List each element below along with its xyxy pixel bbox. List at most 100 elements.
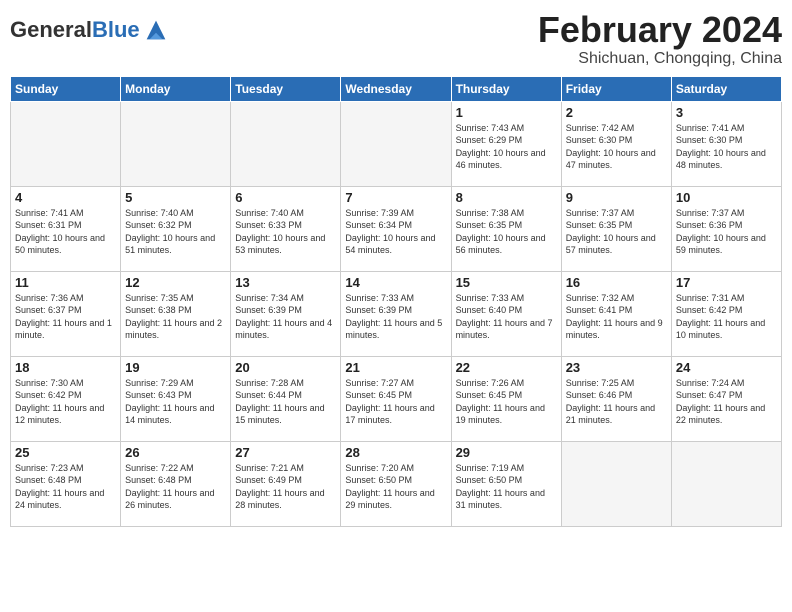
calendar-day-cell: 15 Sunrise: 7:33 AMSunset: 6:40 PMDayligh… — [451, 271, 561, 356]
day-number: 25 — [15, 445, 116, 460]
day-number: 9 — [566, 190, 667, 205]
location-subtitle: Shichuan, Chongqing, China — [538, 50, 782, 68]
calendar-day-cell: 1 Sunrise: 7:43 AMSunset: 6:29 PMDaylight… — [451, 101, 561, 186]
day-info: Sunrise: 7:20 AMSunset: 6:50 PMDaylight:… — [345, 462, 446, 512]
day-info: Sunrise: 7:28 AMSunset: 6:44 PMDaylight:… — [235, 377, 336, 427]
day-number: 16 — [566, 275, 667, 290]
weekday-header: Wednesday — [341, 76, 451, 101]
day-number: 15 — [456, 275, 557, 290]
logo-icon — [142, 16, 170, 44]
calendar-day-cell: 5 Sunrise: 7:40 AMSunset: 6:32 PMDaylight… — [121, 186, 231, 271]
day-info: Sunrise: 7:21 AMSunset: 6:49 PMDaylight:… — [235, 462, 336, 512]
calendar-day-cell: 18 Sunrise: 7:30 AMSunset: 6:42 PMDayligh… — [11, 356, 121, 441]
logo-blue-text: Blue — [92, 17, 140, 42]
day-info: Sunrise: 7:27 AMSunset: 6:45 PMDaylight:… — [345, 377, 446, 427]
day-number: 6 — [235, 190, 336, 205]
day-number: 19 — [125, 360, 226, 375]
day-number: 11 — [15, 275, 116, 290]
day-info: Sunrise: 7:30 AMSunset: 6:42 PMDaylight:… — [15, 377, 116, 427]
calendar-day-cell: 20 Sunrise: 7:28 AMSunset: 6:44 PMDayligh… — [231, 356, 341, 441]
day-number: 13 — [235, 275, 336, 290]
day-number: 27 — [235, 445, 336, 460]
weekday-header: Saturday — [671, 76, 781, 101]
calendar-day-cell: 2 Sunrise: 7:42 AMSunset: 6:30 PMDaylight… — [561, 101, 671, 186]
day-number: 10 — [676, 190, 777, 205]
day-info: Sunrise: 7:26 AMSunset: 6:45 PMDaylight:… — [456, 377, 557, 427]
day-info: Sunrise: 7:37 AMSunset: 6:35 PMDaylight:… — [566, 207, 667, 257]
calendar-header-row: SundayMondayTuesdayWednesdayThursdayFrid… — [11, 76, 782, 101]
calendar-day-cell: 26 Sunrise: 7:22 AMSunset: 6:48 PMDayligh… — [121, 441, 231, 526]
day-info: Sunrise: 7:39 AMSunset: 6:34 PMDaylight:… — [345, 207, 446, 257]
weekday-header: Monday — [121, 76, 231, 101]
day-info: Sunrise: 7:41 AMSunset: 6:31 PMDaylight:… — [15, 207, 116, 257]
calendar-day-cell: 13 Sunrise: 7:34 AMSunset: 6:39 PMDayligh… — [231, 271, 341, 356]
calendar-day-cell: 7 Sunrise: 7:39 AMSunset: 6:34 PMDaylight… — [341, 186, 451, 271]
day-number: 12 — [125, 275, 226, 290]
calendar-week-row: 1 Sunrise: 7:43 AMSunset: 6:29 PMDaylight… — [11, 101, 782, 186]
calendar-day-cell: 17Sunrise: 7:31 AMSunset: 6:42 PMDayligh… — [671, 271, 781, 356]
day-info: Sunrise: 7:42 AMSunset: 6:30 PMDaylight:… — [566, 122, 667, 172]
day-number: 2 — [566, 105, 667, 120]
day-info: Sunrise: 7:33 AMSunset: 6:40 PMDaylight:… — [456, 292, 557, 342]
day-number: 5 — [125, 190, 226, 205]
calendar-week-row: 25Sunrise: 7:23 AMSunset: 6:48 PMDayligh… — [11, 441, 782, 526]
day-info: Sunrise: 7:24 AMSunset: 6:47 PMDaylight:… — [676, 377, 777, 427]
calendar-day-cell: 11 Sunrise: 7:36 AMSunset: 6:37 PMDayligh… — [11, 271, 121, 356]
calendar-day-cell — [121, 101, 231, 186]
day-info: Sunrise: 7:25 AMSunset: 6:46 PMDaylight:… — [566, 377, 667, 427]
day-info: Sunrise: 7:43 AMSunset: 6:29 PMDaylight:… — [456, 122, 557, 172]
calendar-day-cell — [671, 441, 781, 526]
calendar-day-cell: 3Sunrise: 7:41 AMSunset: 6:30 PMDaylight… — [671, 101, 781, 186]
day-number: 14 — [345, 275, 446, 290]
calendar-day-cell — [561, 441, 671, 526]
calendar-week-row: 4Sunrise: 7:41 AMSunset: 6:31 PMDaylight… — [11, 186, 782, 271]
calendar-day-cell: 6 Sunrise: 7:40 AMSunset: 6:33 PMDaylight… — [231, 186, 341, 271]
day-number: 22 — [456, 360, 557, 375]
day-number: 20 — [235, 360, 336, 375]
month-title: February 2024 — [538, 10, 782, 50]
calendar-day-cell: 16Sunrise: 7:32 AMSunset: 6:41 PMDayligh… — [561, 271, 671, 356]
calendar-day-cell: 14Sunrise: 7:33 AMSunset: 6:39 PMDayligh… — [341, 271, 451, 356]
calendar-day-cell: 27 Sunrise: 7:21 AMSunset: 6:49 PMDayligh… — [231, 441, 341, 526]
day-info: Sunrise: 7:40 AMSunset: 6:32 PMDaylight:… — [125, 207, 226, 257]
calendar-day-cell: 28Sunrise: 7:20 AMSunset: 6:50 PMDayligh… — [341, 441, 451, 526]
day-info: Sunrise: 7:22 AMSunset: 6:48 PMDaylight:… — [125, 462, 226, 512]
calendar-day-cell: 23 Sunrise: 7:25 AMSunset: 6:46 PMDayligh… — [561, 356, 671, 441]
calendar-week-row: 18 Sunrise: 7:30 AMSunset: 6:42 PMDayligh… — [11, 356, 782, 441]
calendar-day-cell: 12 Sunrise: 7:35 AMSunset: 6:38 PMDayligh… — [121, 271, 231, 356]
calendar-day-cell: 10 Sunrise: 7:37 AMSunset: 6:36 PMDayligh… — [671, 186, 781, 271]
calendar-week-row: 11 Sunrise: 7:36 AMSunset: 6:37 PMDayligh… — [11, 271, 782, 356]
page-header: GeneralBlue February 2024 Shichuan, Chon… — [10, 10, 782, 68]
title-block: February 2024 Shichuan, Chongqing, China — [538, 10, 782, 68]
logo-general-text: General — [10, 17, 92, 42]
day-number: 3 — [676, 105, 777, 120]
calendar-day-cell: 8 Sunrise: 7:38 AMSunset: 6:35 PMDaylight… — [451, 186, 561, 271]
calendar-day-cell: 4Sunrise: 7:41 AMSunset: 6:31 PMDaylight… — [11, 186, 121, 271]
calendar-day-cell: 21 Sunrise: 7:27 AMSunset: 6:45 PMDayligh… — [341, 356, 451, 441]
calendar-day-cell: 25Sunrise: 7:23 AMSunset: 6:48 PMDayligh… — [11, 441, 121, 526]
day-number: 21 — [345, 360, 446, 375]
day-info: Sunrise: 7:36 AMSunset: 6:37 PMDaylight:… — [15, 292, 116, 342]
day-number: 8 — [456, 190, 557, 205]
calendar-day-cell: 29Sunrise: 7:19 AMSunset: 6:50 PMDayligh… — [451, 441, 561, 526]
weekday-header: Thursday — [451, 76, 561, 101]
day-info: Sunrise: 7:35 AMSunset: 6:38 PMDaylight:… — [125, 292, 226, 342]
day-info: Sunrise: 7:38 AMSunset: 6:35 PMDaylight:… — [456, 207, 557, 257]
weekday-header: Tuesday — [231, 76, 341, 101]
calendar-table: SundayMondayTuesdayWednesdayThursdayFrid… — [10, 76, 782, 527]
weekday-header: Sunday — [11, 76, 121, 101]
day-info: Sunrise: 7:34 AMSunset: 6:39 PMDaylight:… — [235, 292, 336, 342]
day-info: Sunrise: 7:37 AMSunset: 6:36 PMDaylight:… — [676, 207, 777, 257]
calendar-day-cell: 22 Sunrise: 7:26 AMSunset: 6:45 PMDayligh… — [451, 356, 561, 441]
day-number: 18 — [15, 360, 116, 375]
day-number: 24 — [676, 360, 777, 375]
day-info: Sunrise: 7:40 AMSunset: 6:33 PMDaylight:… — [235, 207, 336, 257]
day-number: 1 — [456, 105, 557, 120]
day-info: Sunrise: 7:31 AMSunset: 6:42 PMDaylight:… — [676, 292, 777, 342]
calendar-day-cell — [231, 101, 341, 186]
calendar-day-cell: 24 Sunrise: 7:24 AMSunset: 6:47 PMDayligh… — [671, 356, 781, 441]
day-number: 7 — [345, 190, 446, 205]
day-number: 23 — [566, 360, 667, 375]
day-number: 26 — [125, 445, 226, 460]
day-info: Sunrise: 7:19 AMSunset: 6:50 PMDaylight:… — [456, 462, 557, 512]
